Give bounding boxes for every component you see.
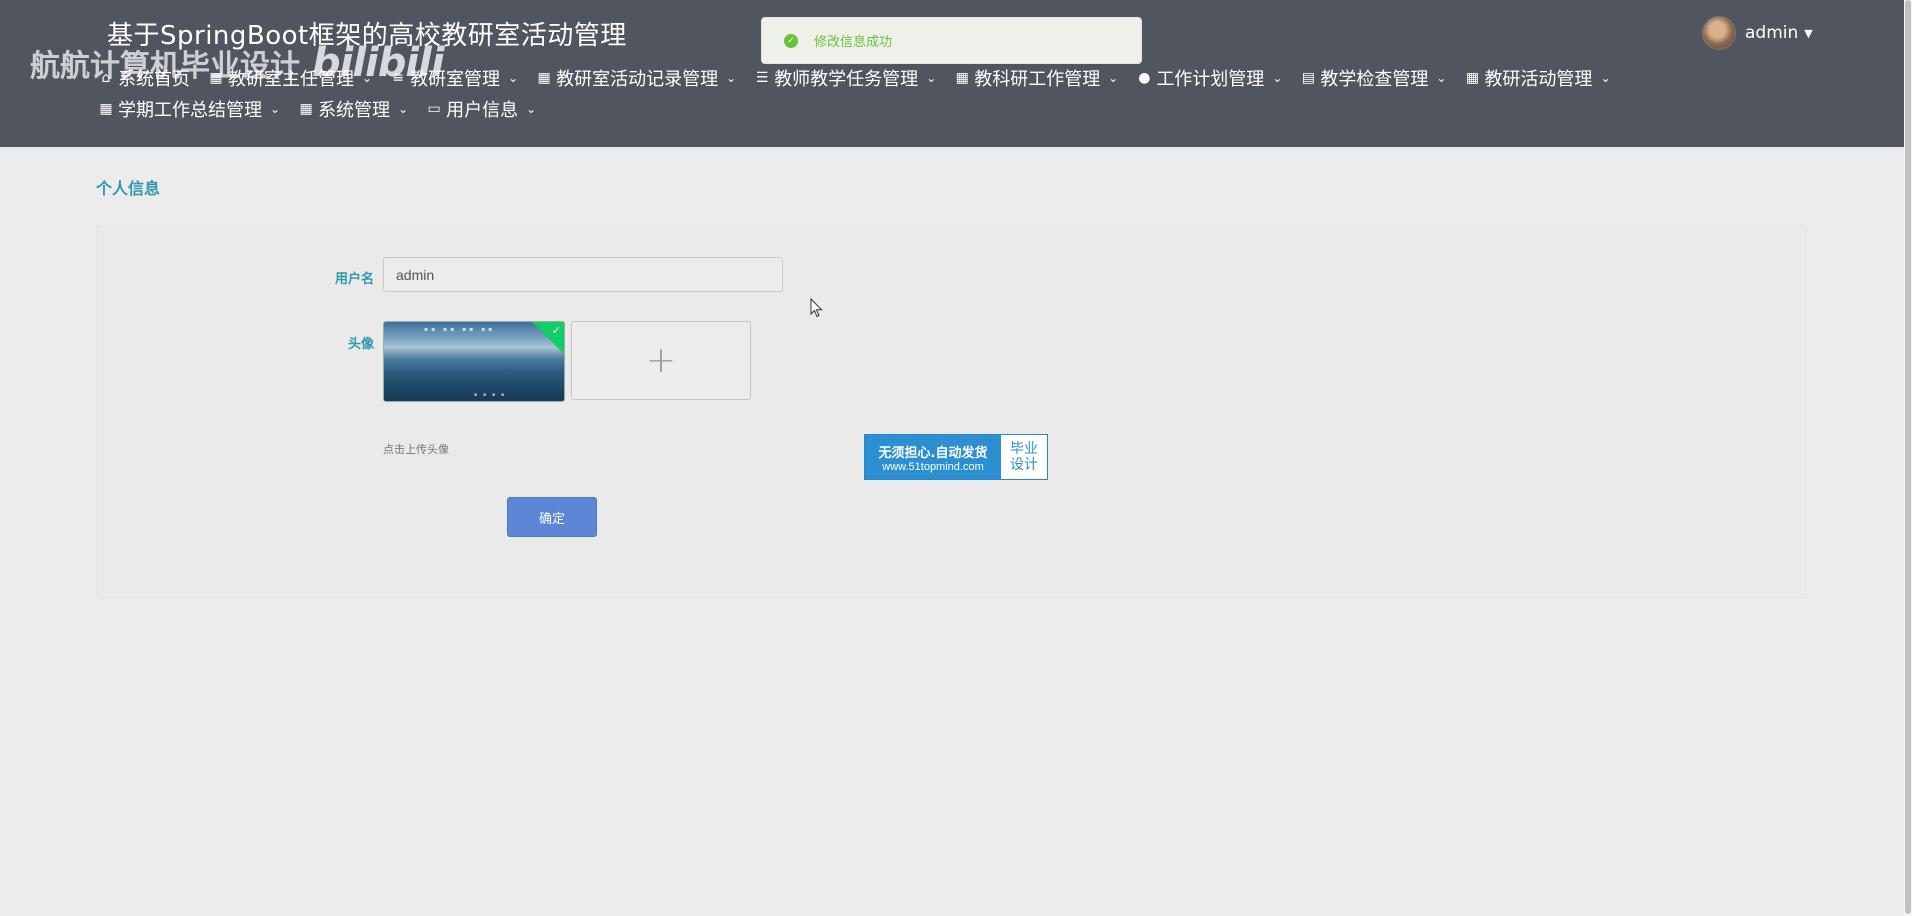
submit-button[interactable]: 确定 bbox=[507, 497, 597, 537]
nav-item-0[interactable]: ⌂ 系统首页 bbox=[98, 66, 190, 90]
page-title: 个人信息 bbox=[96, 179, 161, 198]
chevron-down-icon: ⌄ bbox=[526, 101, 537, 116]
nav-item-6[interactable]: ● 工作计划管理 ⌄ bbox=[1136, 66, 1283, 90]
avatar-image[interactable]: ▪▪ ▪▪ ▪▪ ▪▪ ▪ ▪ ▪ ▪ ✓ bbox=[383, 321, 565, 402]
clipboard-icon: ▤ bbox=[1301, 69, 1315, 86]
success-toast: ✓ 修改信息成功 bbox=[761, 17, 1142, 64]
nav-item-8[interactable]: ▦ 教研活动管理 ⌄ bbox=[1464, 66, 1611, 90]
menu-icon: ≡ bbox=[392, 69, 404, 86]
nav-item-label: 教科研工作管理 bbox=[974, 68, 1101, 90]
chevron-down-icon: ⌄ bbox=[508, 70, 519, 85]
chevron-down-icon: ⌄ bbox=[1108, 70, 1119, 85]
nav-item-label: 学期工作总结管理 bbox=[118, 99, 262, 121]
nav-item-label: 教研活动管理 bbox=[1484, 68, 1593, 90]
ad-slogan: 无须担心.自动发货 bbox=[878, 445, 988, 461]
vertical-scrollbar[interactable] bbox=[1904, 0, 1912, 916]
ad-tag-top: 毕业 bbox=[1010, 441, 1038, 457]
avatar-upload-button[interactable]: + bbox=[571, 321, 751, 400]
nav-item-label: 系统管理 bbox=[318, 99, 391, 121]
nav-item-5[interactable]: ▦ 教科研工作管理 ⌄ bbox=[954, 66, 1119, 90]
nav-item-label: 教研室管理 bbox=[410, 68, 501, 90]
nav-item-10[interactable]: ▦ 系统管理 ⌄ bbox=[298, 97, 409, 121]
ad-url: www.51topmind.com bbox=[882, 460, 984, 473]
success-icon: ✓ bbox=[784, 33, 798, 48]
user-name[interactable]: admin bbox=[1745, 23, 1798, 43]
nav-item-label: 教学检查管理 bbox=[1320, 68, 1429, 90]
nav-item-7[interactable]: ▤ 教学检查管理 ⌄ bbox=[1300, 66, 1447, 90]
chevron-down-icon: ⌄ bbox=[362, 70, 373, 85]
nav-item-2[interactable]: ≡ 教研室管理 ⌄ bbox=[390, 66, 519, 90]
chevron-down-icon: ⌄ bbox=[398, 101, 409, 116]
chevron-down-icon: ⌄ bbox=[1600, 70, 1611, 85]
upload-hint: 点击上传头像 bbox=[383, 443, 449, 456]
nav-item-3[interactable]: ▦ 教研室活动记录管理 ⌄ bbox=[536, 66, 737, 90]
check-icon: ✓ bbox=[551, 324, 561, 337]
mouse-cursor-icon bbox=[810, 298, 823, 318]
grid-icon: ▦ bbox=[299, 100, 313, 117]
nav-item-label: 教师教学任务管理 bbox=[774, 68, 919, 90]
grid-icon: ▦ bbox=[99, 100, 113, 117]
scrollbar-thumb[interactable] bbox=[1905, 0, 1911, 914]
nav-item-11[interactable]: ▭ 用户信息 ⌄ bbox=[426, 97, 537, 121]
main-nav: ⌂ 系统首页 ▦ 教研室主任管理 ⌄ ≡ 教研室管理 ⌄ ▦ 教研室活动记录管理 ⌄ ☰ 教师教学任务管… bbox=[98, 66, 1658, 121]
grid-icon: ▦ bbox=[1465, 69, 1480, 86]
avatar-label: 头像 bbox=[347, 337, 374, 352]
username-input[interactable] bbox=[383, 257, 783, 292]
chevron-down-icon: ⌄ bbox=[1436, 70, 1447, 85]
nav-item-label: 教研室主任管理 bbox=[228, 68, 354, 90]
plus-icon: + bbox=[645, 339, 677, 381]
chevron-down-icon: ⌄ bbox=[1272, 70, 1283, 85]
card-icon: ▭ bbox=[427, 100, 441, 117]
user-menu[interactable]: admin ▼ bbox=[1702, 16, 1813, 50]
ad-tag-bottom: 设计 bbox=[1010, 457, 1038, 473]
nav-item-1[interactable]: ▦ 教研室主任管理 ⌄ bbox=[208, 66, 373, 90]
user-icon: ● bbox=[1138, 69, 1151, 86]
nav-item-4[interactable]: ☰ 教师教学任务管理 ⌄ bbox=[754, 66, 937, 90]
nav-item-label: 教研室活动记录管理 bbox=[556, 68, 719, 90]
nav-item-label: 用户信息 bbox=[446, 99, 519, 121]
home-icon: ⌂ bbox=[101, 69, 111, 86]
ad-banner[interactable]: 无须担心.自动发货 www.51topmind.com 毕业 设计 bbox=[864, 434, 1048, 480]
grid-icon: ▦ bbox=[537, 69, 551, 86]
nav-item-label: 系统首页 bbox=[118, 68, 190, 90]
username-label: 用户名 bbox=[334, 272, 374, 287]
nav-item-9[interactable]: ▦ 学期工作总结管理 ⌄ bbox=[98, 97, 281, 121]
chevron-down-icon: ⌄ bbox=[926, 70, 937, 85]
chevron-down-icon: ⌄ bbox=[270, 101, 281, 116]
grid-icon: ▦ bbox=[955, 69, 969, 86]
user-avatar[interactable] bbox=[1702, 16, 1736, 50]
toast-message: 修改信息成功 bbox=[814, 35, 893, 50]
caret-down-icon[interactable]: ▼ bbox=[1804, 27, 1812, 40]
grid-icon: ▦ bbox=[209, 69, 223, 86]
nav-item-label: 工作计划管理 bbox=[1156, 68, 1265, 90]
chevron-down-icon: ⌄ bbox=[726, 70, 737, 85]
list-icon: ☰ bbox=[755, 69, 769, 86]
